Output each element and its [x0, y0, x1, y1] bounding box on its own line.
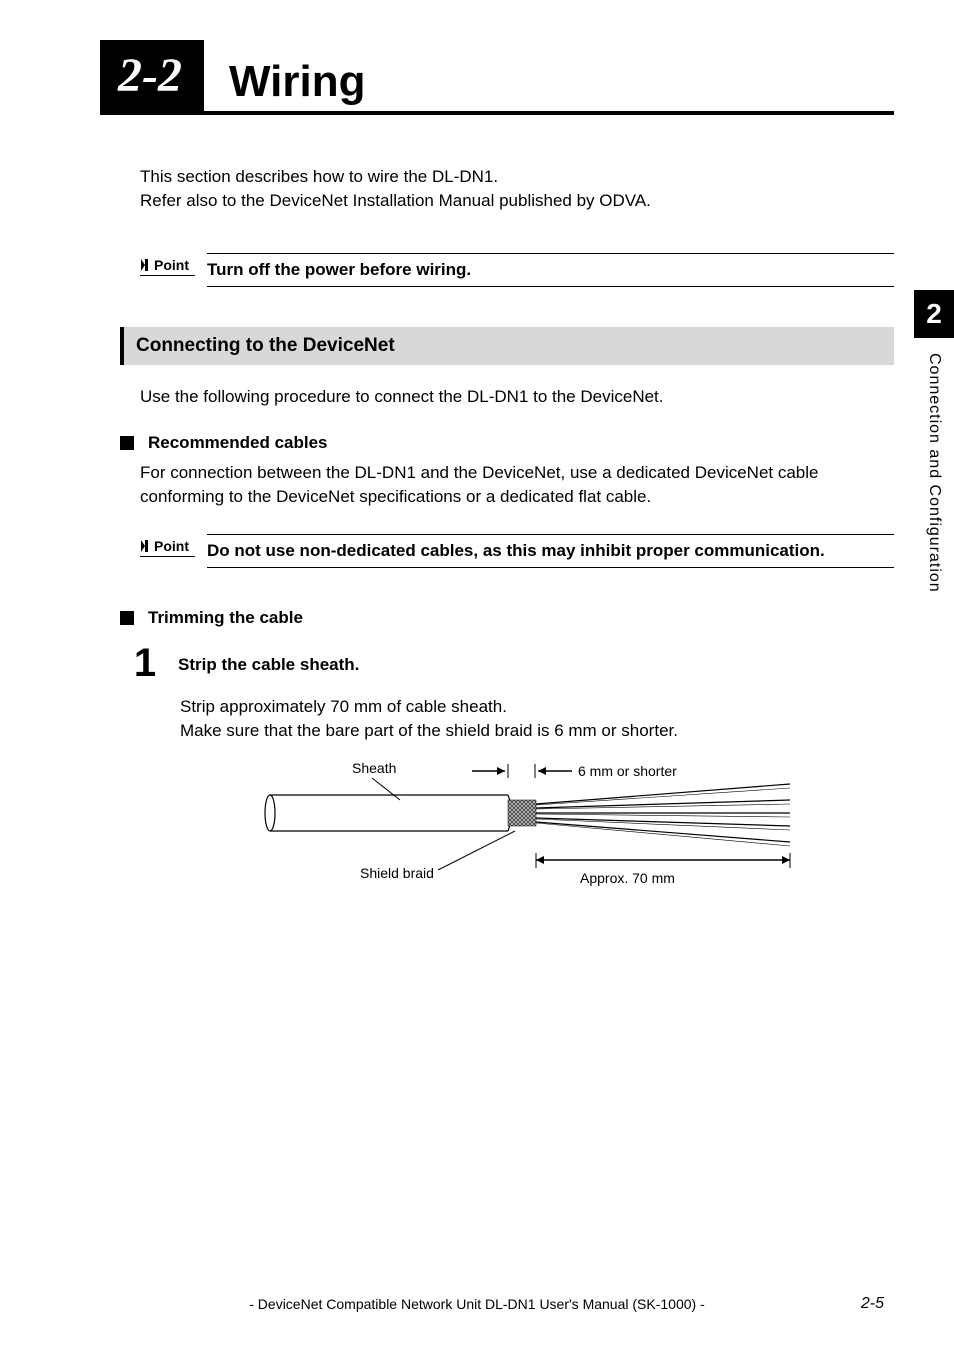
point-label-text-2: Point: [154, 538, 189, 554]
trimming-heading: Trimming the cable: [120, 608, 894, 628]
step-block-1: 1 Strip the cable sheath.: [130, 643, 894, 683]
step-number: 1: [130, 643, 160, 683]
point-text-2: Do not use non-dedicated cables, as this…: [207, 534, 894, 568]
point-icon: [140, 258, 150, 272]
recommended-text: For connection between the DL-DN1 and th…: [140, 461, 894, 509]
subsection-header: Connecting to the DeviceNet: [120, 327, 894, 365]
cable-diagram: Sheath 6 mm or shorter: [260, 758, 894, 893]
intro-line2: Refer also to the DeviceNet Installation…: [140, 191, 651, 210]
step-text-line2: Make sure that the bare part of the shie…: [180, 721, 678, 740]
point-icon: [140, 539, 150, 553]
point-block-1: Point Turn off the power before wiring.: [140, 253, 894, 287]
recommended-cables-heading: Recommended cables: [120, 433, 894, 453]
section-title: Wiring: [204, 57, 365, 111]
step-title: Strip the cable sheath.: [178, 655, 359, 675]
sheath-label: Sheath: [352, 760, 396, 776]
point-label: Point: [140, 253, 195, 276]
footer-text: - DeviceNet Compatible Network Unit DL-D…: [249, 1296, 705, 1312]
spec1-label: 6 mm or shorter: [578, 763, 677, 779]
side-tab: 2 Connection and Configuration: [914, 290, 954, 593]
section-header: 2-2 Wiring: [100, 40, 894, 115]
section-number: 2-2: [100, 40, 204, 111]
point-text-1: Turn off the power before wiring.: [207, 253, 894, 287]
chapter-tab-number: 2: [914, 290, 954, 338]
point-label-2: Point: [140, 534, 195, 557]
chapter-tab-text: Connection and Configuration: [925, 353, 943, 593]
intro-line1: This section describes how to wire the D…: [140, 167, 498, 186]
square-bullet-icon: [120, 611, 134, 625]
trimming-heading-text: Trimming the cable: [148, 608, 303, 628]
subsection-intro: Use the following procedure to connect t…: [140, 385, 894, 409]
page-number: 2-5: [861, 1295, 884, 1313]
spec2-label: Approx. 70 mm: [580, 870, 675, 886]
intro-text: This section describes how to wire the D…: [140, 165, 894, 213]
step-text-line1: Strip approximately 70 mm of cable sheat…: [180, 697, 507, 716]
footer: - DeviceNet Compatible Network Unit DL-D…: [0, 1296, 954, 1312]
shield-label: Shield braid: [360, 865, 434, 881]
recommended-heading-text: Recommended cables: [148, 433, 328, 453]
point-block-2: Point Do not use non-dedicated cables, a…: [140, 534, 894, 568]
point-label-text: Point: [154, 257, 189, 273]
step-body: Strip approximately 70 mm of cable sheat…: [180, 695, 894, 743]
cable-svg: Sheath 6 mm or shorter: [260, 758, 800, 888]
square-bullet-icon: [120, 436, 134, 450]
